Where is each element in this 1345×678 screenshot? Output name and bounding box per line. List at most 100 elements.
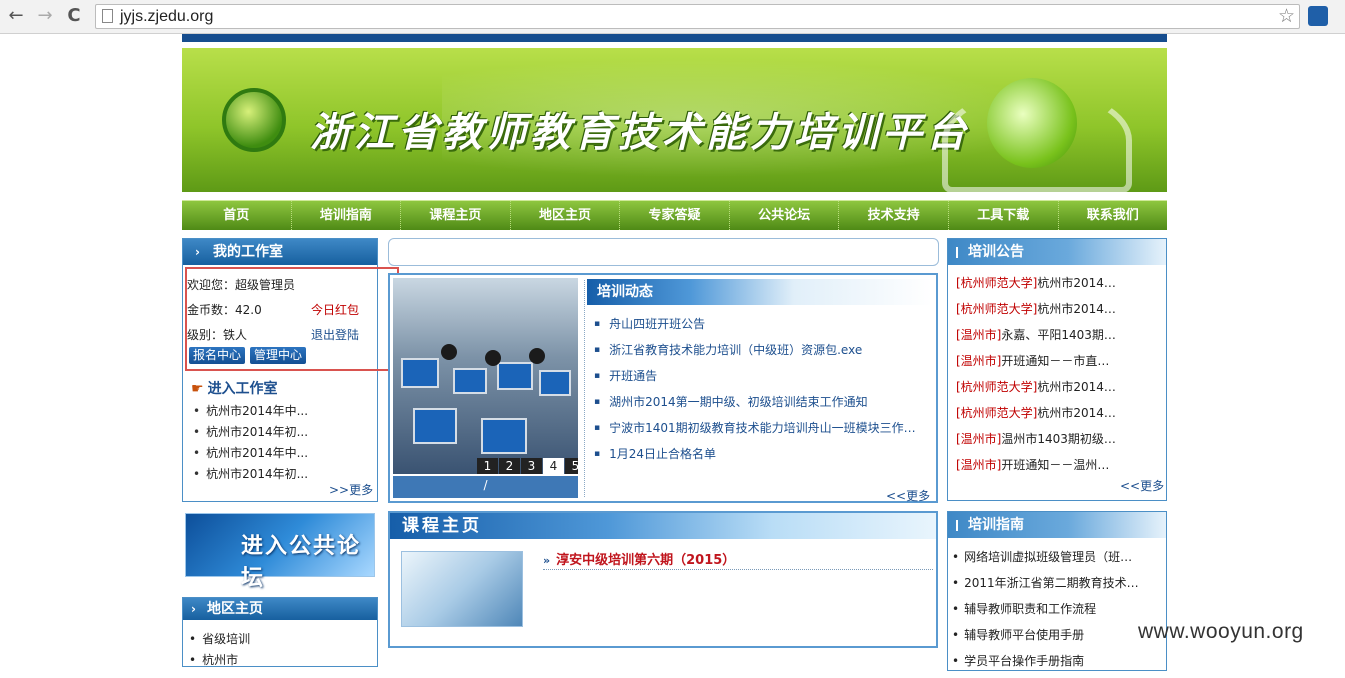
list-item[interactable]: 2011年浙江省第二期教育技术… (952, 574, 1139, 600)
announcement-tag: [杭州师范大学] (956, 276, 1038, 290)
list-item[interactable]: 省级培训 (189, 630, 250, 651)
training-guide-panel: 培训指南 网络培训虚拟班级管理员（班… 2011年浙江省第二期教育技术… 辅导教… (947, 511, 1167, 671)
list-item[interactable]: 湖州市2014第一期中级、初级培训结束工作通知 (594, 391, 916, 417)
slide-1-button[interactable]: 1 (477, 458, 498, 474)
person-graphic (485, 350, 501, 366)
forward-icon[interactable]: → (33, 5, 57, 27)
reload-icon[interactable]: C (62, 5, 86, 27)
list-item[interactable]: 杭州市2014年中... (193, 401, 308, 422)
announcement-text: 永嘉、平阳1403期… (1001, 328, 1116, 342)
list-item[interactable]: 浙江省教育技术能力培训（中级班）资源包.exe (594, 339, 916, 365)
announcement-text: 杭州市2014… (1037, 406, 1116, 420)
list-item[interactable]: 杭州市2014年初... (193, 422, 308, 443)
site-banner: 浙江省教师教育技术能力培训平台 (182, 48, 1167, 195)
arrow-icon: › (191, 602, 196, 616)
announcements-panel: 培训公告 [杭州师范大学]杭州市2014… [杭州师范大学]杭州市2014… [… (947, 238, 1167, 501)
news-more-link[interactable]: <<更多 (886, 487, 930, 504)
list-item[interactable]: [杭州师范大学]杭州市2014… (956, 301, 1116, 327)
announcement-text: 杭州市2014… (1037, 302, 1116, 316)
list-item[interactable]: 杭州市2014年初... (193, 464, 308, 485)
enter-workspace-heading[interactable]: ☛ 进入工作室 (191, 378, 278, 398)
announcement-list: [杭州师范大学]杭州市2014… [杭州师范大学]杭州市2014… [温州市]永… (956, 275, 1116, 483)
region-panel: › 地区主页 省级培训 杭州市 (182, 597, 378, 667)
divider (584, 280, 585, 497)
training-news-panel: 1 2 3 4 5 / 培训动态 舟山四班开班公告 浙江省教育技术能力培训（中级… (388, 273, 938, 503)
nav-public-forum[interactable]: 公共论坛 (730, 201, 840, 230)
region-header: › 地区主页 (183, 598, 377, 620)
address-bar[interactable]: jyjs.zjedu.org ☆ (95, 4, 1300, 29)
guide-list: 网络培训虚拟班级管理员（班… 2011年浙江省第二期教育技术… 辅导教师职责和工… (952, 548, 1139, 678)
list-item[interactable]: [杭州师范大学]杭州市2014… (956, 405, 1116, 431)
nav-course-home[interactable]: 课程主页 (401, 201, 511, 230)
chevron-icon: » (543, 554, 551, 567)
workspace-list: 杭州市2014年中... 杭州市2014年初... 杭州市2014年中... 杭… (193, 401, 308, 485)
list-item[interactable]: [温州市]开班通知－－温州… (956, 457, 1116, 483)
nav-tech-support[interactable]: 技术支持 (839, 201, 949, 230)
watermark: www.wooyun.org (1138, 620, 1304, 643)
slide-2-button[interactable]: 2 (499, 458, 520, 474)
slide-4-button[interactable]: 4 (543, 458, 564, 474)
announcement-tag: [温州市] (956, 328, 1002, 342)
url-text[interactable]: jyjs.zjedu.org (120, 8, 213, 26)
announcement-text: 杭州市2014… (1037, 276, 1116, 290)
notice-bar (388, 238, 939, 266)
banner-title: 浙江省教师教育技术能力培训平台 (310, 109, 970, 156)
announcement-tag: [温州市] (956, 432, 1002, 446)
slide-caption: / (393, 476, 578, 498)
list-item[interactable]: 杭州市2014年中... (193, 443, 308, 464)
list-item[interactable]: 网络培训虚拟班级管理员（班… (952, 548, 1139, 574)
course-item[interactable]: » 淳安中级培训第六期（2015） (543, 549, 735, 568)
news-slideshow-photo[interactable]: 1 2 3 4 5 (393, 278, 578, 474)
arrow-icon: › (195, 245, 200, 259)
list-item[interactable]: [温州市]开班通知－－市直… (956, 353, 1116, 379)
monitor-graphic (497, 362, 533, 390)
back-icon[interactable]: ← (4, 5, 28, 27)
nav-region-home[interactable]: 地区主页 (511, 201, 621, 230)
workspace-more-link[interactable]: >>更多 (329, 481, 373, 498)
slide-3-button[interactable]: 3 (521, 458, 542, 474)
slide-pager: 1 2 3 4 5 (477, 458, 578, 474)
course-home-panel: 课程主页 » 淳安中级培训第六期（2015） (388, 511, 938, 648)
announcement-tag: [杭州师范大学] (956, 406, 1038, 420)
extension-icon[interactable] (1308, 6, 1328, 26)
list-item[interactable]: [温州市]温州市1403期初级… (956, 431, 1116, 457)
nav-contact-us[interactable]: 联系我们 (1059, 201, 1168, 230)
list-item[interactable]: 开班通告 (594, 365, 916, 391)
nav-home[interactable]: 首页 (182, 201, 292, 230)
nav-training-guide[interactable]: 培训指南 (292, 201, 402, 230)
list-item[interactable]: 宁波市1401期初级教育技术能力培训舟山一班模块三作… (594, 417, 916, 443)
person-graphic (529, 348, 545, 364)
workspace-title: 我的工作室 (213, 244, 283, 260)
enter-workspace-label: 进入工作室 (207, 381, 278, 397)
course-item-label: 淳安中级培训第六期（2015） (556, 553, 736, 568)
slide-5-button[interactable]: 5 (565, 458, 578, 474)
nav-expert-qa[interactable]: 专家答疑 (620, 201, 730, 230)
nav-tool-download[interactable]: 工具下载 (949, 201, 1059, 230)
list-item[interactable]: 1月24日止合格名单 (594, 443, 916, 469)
workspace-header: › 我的工作室 (183, 239, 377, 265)
list-item[interactable]: [杭州师范大学]杭州市2014… (956, 379, 1116, 405)
list-item[interactable]: 学员平台操作手册指南 (952, 652, 1139, 678)
monitor-graphic (539, 370, 571, 396)
browser-toolbar: ← → C jyjs.zjedu.org ☆ (0, 0, 1345, 34)
public-forum-banner[interactable]: 进入公共论坛 (185, 513, 375, 591)
announcement-text: 杭州市2014… (1037, 380, 1116, 394)
announcement-tag: [杭州师范大学] (956, 302, 1038, 316)
course-home-title: 课程主页 (390, 513, 936, 539)
announcement-tag: [温州市] (956, 354, 1002, 368)
announcements-title: 培训公告 (948, 239, 1166, 265)
list-item[interactable]: 辅导教师平台使用手册 (952, 626, 1139, 652)
list-item[interactable]: 辅导教师职责和工作流程 (952, 600, 1139, 626)
globe-at-icon (987, 78, 1077, 168)
list-item[interactable]: [杭州师范大学]杭州市2014… (956, 275, 1116, 301)
list-item[interactable]: 杭州市 (189, 651, 250, 672)
announcement-tag: [杭州师范大学] (956, 380, 1038, 394)
bookmark-star-icon[interactable]: ☆ (1278, 5, 1295, 28)
divider (543, 569, 933, 570)
list-item[interactable]: [温州市]永嘉、平阳1403期… (956, 327, 1116, 353)
announcement-text: 开班通知－－市直… (1001, 354, 1110, 368)
course-thumbnail[interactable] (401, 551, 523, 627)
announcement-text: 温州市1403期初级… (1001, 432, 1116, 446)
list-item[interactable]: 舟山四班开班公告 (594, 313, 916, 339)
announcements-more-link[interactable]: <<更多 (1120, 477, 1164, 494)
